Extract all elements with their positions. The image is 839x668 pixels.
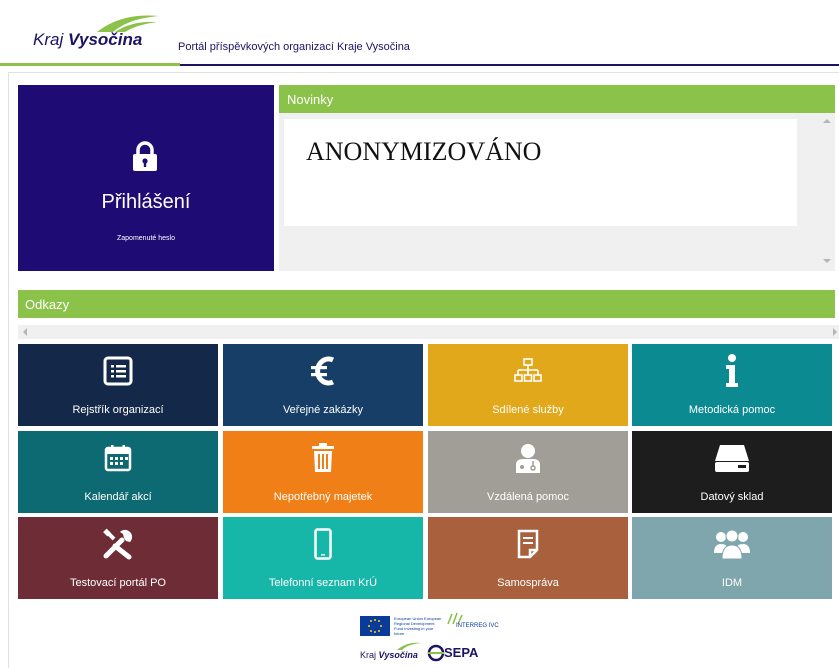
news-text: ANONYMIZOVÁNO xyxy=(306,137,542,166)
tile-sdilene-sluzby[interactable]: Sdílené služby xyxy=(428,344,628,426)
users-icon xyxy=(632,527,832,561)
sitemap-icon xyxy=(428,354,628,388)
tile-rejstrik-organizaci[interactable]: Rejstřík organizací xyxy=(18,344,218,426)
tile-label: Kalendář akcí xyxy=(84,491,152,503)
logo-vysocina: Vysočina xyxy=(67,30,143,49)
tile-verejne-zakazky[interactable]: Veřejné zakázky xyxy=(223,344,423,426)
interreg-label: INTERREG IVC xyxy=(456,623,499,629)
sepa-logo-icon xyxy=(427,644,445,662)
scroll-down-arrow-icon[interactable] xyxy=(823,259,831,263)
news-panel: ANONYMIZOVÁNO xyxy=(279,113,835,271)
trash-icon xyxy=(223,441,423,475)
tile-label: Telefonní seznam KrÚ xyxy=(268,577,378,589)
tile-vzdalena-pomoc[interactable]: Vzdálená pomoc xyxy=(428,431,628,513)
scroll-up-arrow-icon[interactable] xyxy=(823,119,831,123)
eu-fund-text: European Union European Regional Develop… xyxy=(394,616,442,636)
tile-label: Rejstřík organizací xyxy=(72,404,164,416)
logo-text: Kraj Vysočina xyxy=(33,30,142,50)
euro-icon xyxy=(223,354,423,388)
hard-drive-icon xyxy=(632,441,832,475)
header: Kraj Vysočina Portál příspěvkových organ… xyxy=(0,0,839,70)
tile-label: Samospráva xyxy=(497,577,559,589)
document-icon xyxy=(428,527,628,561)
forgot-password-link[interactable]: Zapomenuté heslo xyxy=(18,235,274,242)
footer-kraj-logo: Kraj Vysočina xyxy=(360,650,418,660)
sepa-label: SEPA xyxy=(444,645,479,660)
info-icon xyxy=(632,354,832,388)
scroll-left-arrow-icon[interactable] xyxy=(23,328,27,336)
tile-label: Datový sklad xyxy=(700,491,764,503)
header-divider-blue xyxy=(180,64,839,66)
tile-nepotrebny-majetek[interactable]: Nepotřebný majetek xyxy=(223,431,423,513)
doctor-icon xyxy=(428,441,628,475)
tile-telefonni-seznam-kru[interactable]: Telefonní seznam KrÚ xyxy=(223,517,423,599)
tile-samosprava[interactable]: Samospráva xyxy=(428,517,628,599)
portal-title: Portál příspěvkových organizací Kraje Vy… xyxy=(178,41,410,53)
tile-label: IDM xyxy=(721,577,743,589)
tile-idm[interactable]: IDM xyxy=(632,517,832,599)
links-grid: Rejstřík organizací Veřejné zakázky Sdíl… xyxy=(18,344,836,599)
footer-vysocina: Vysočina xyxy=(378,650,418,660)
tile-label: Metodická pomoc xyxy=(688,404,776,416)
tile-label: Vzdálená pomoc xyxy=(487,491,569,503)
tile-metodicka-pomoc[interactable]: Metodická pomoc xyxy=(632,344,832,426)
tile-label: Veřejné zakázky xyxy=(282,404,364,416)
phone-icon xyxy=(223,527,423,561)
links-header: Odkazy xyxy=(18,290,835,318)
list-icon xyxy=(18,354,218,388)
logo-kraj: Kraj xyxy=(33,30,64,49)
footer-logos: European Union European Regional Develop… xyxy=(356,612,506,666)
tile-label: Nepotřebný majetek xyxy=(273,491,373,503)
tile-kalendar-akci[interactable]: Kalendář akcí xyxy=(18,431,218,513)
calendar-icon xyxy=(18,441,218,475)
login-tile[interactable]: Přihlášení Zapomenuté heslo xyxy=(18,85,274,271)
lock-icon xyxy=(133,141,157,171)
kraj-vysocina-logo[interactable]: Kraj Vysočina xyxy=(33,10,168,60)
header-divider-green xyxy=(0,63,180,66)
tile-label: Testovací portál PO xyxy=(70,577,166,589)
footer-kraj: Kraj xyxy=(360,650,377,660)
news-content-box: ANONYMIZOVÁNO xyxy=(284,119,797,226)
eu-flag-icon xyxy=(360,616,390,636)
login-label: Přihlášení xyxy=(101,191,191,213)
links-horizontal-scrollbar[interactable] xyxy=(18,325,839,339)
tools-icon xyxy=(18,527,218,561)
news-header: Novinky xyxy=(279,85,835,113)
tile-testovaci-portal-po[interactable]: Testovací portál PO xyxy=(18,517,218,599)
scroll-right-arrow-icon[interactable] xyxy=(833,328,837,336)
tile-label: Sdílené služby xyxy=(492,404,564,416)
tile-datovy-sklad[interactable]: Datový sklad xyxy=(632,431,832,513)
news-scrollbar[interactable] xyxy=(819,113,835,271)
